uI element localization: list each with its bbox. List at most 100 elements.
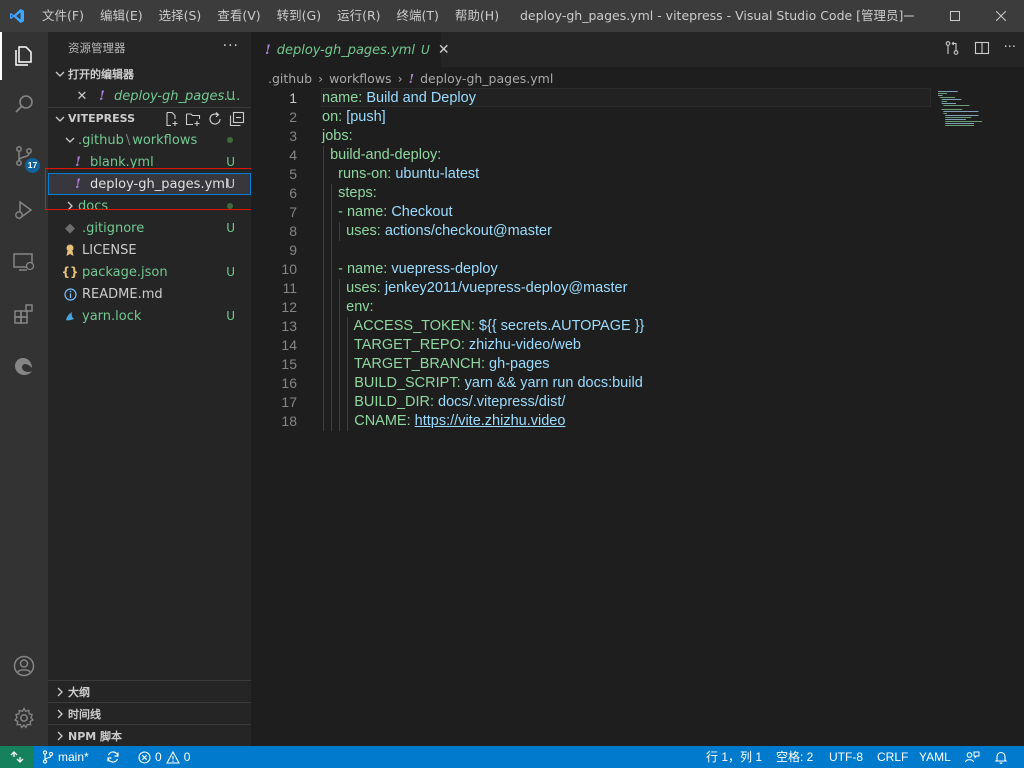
menu-file[interactable]: 文件(F) (34, 0, 92, 32)
yaml-key: uses: (346, 280, 381, 296)
line-number: 10 (281, 261, 297, 277)
problems-indicator[interactable]: 0 0 (138, 746, 190, 768)
file-item-blank-yml[interactable]: ! blank.yml U (48, 151, 251, 173)
branch-indicator[interactable]: main* (42, 746, 89, 768)
warning-icon (165, 750, 180, 764)
code-lines[interactable]: name: Build and Deploy on: [push] jobs: bu… (322, 89, 922, 431)
feedback-button[interactable] (964, 746, 980, 768)
code-line[interactable]: build-and-deploy: (322, 146, 922, 165)
menu-edit[interactable]: 编辑(E) (92, 0, 151, 32)
new-folder-icon[interactable] (185, 111, 201, 127)
language-mode[interactable]: YAML (919, 746, 951, 768)
code-line[interactable]: TARGET_BRANCH: gh-pages (322, 355, 922, 374)
split-editor-icon[interactable] (974, 40, 990, 56)
file-item-license[interactable]: LICENSE (48, 239, 251, 261)
yaml-key: TARGET_REPO: (353, 337, 465, 353)
minimap-line (945, 125, 974, 126)
breadcrumb-file[interactable]: deploy-gh_pages.yml (420, 71, 553, 86)
code-line[interactable]: name: Build and Deploy (322, 89, 922, 108)
vitepress-section[interactable]: VITEPRESS (48, 107, 251, 129)
line-ending[interactable]: CRLF (877, 746, 908, 768)
code-line[interactable]: runs-on: ubuntu-latest (322, 165, 922, 184)
open-changes-icon[interactable] (944, 40, 960, 56)
code-line[interactable]: ACCESS_TOKEN: ${{ secrets.AUTOPAGE }} (322, 317, 922, 336)
code-line[interactable]: uses: actions/checkout@master (322, 222, 922, 241)
open-editor-item[interactable]: ✕ ! deploy-gh_pages.... U (48, 85, 251, 107)
code-line[interactable]: CNAME: https://vite.zhizhu.video (322, 412, 922, 431)
outline-section[interactable]: 大纲 (48, 680, 251, 702)
code-line[interactable]: on: [push] (322, 108, 922, 127)
file-item-yarn-lock[interactable]: yarn.lock U (48, 305, 251, 327)
code-line[interactable]: - name: vuepress-deploy (322, 260, 922, 279)
code-line[interactable]: BUILD_DIR: docs/.vitepress/dist/ (322, 393, 922, 412)
more-actions-icon[interactable]: ··· (1004, 40, 1016, 56)
code-line[interactable]: BUILD_SCRIPT: yarn && yarn run docs:buil… (322, 374, 922, 393)
run-debug-activity[interactable] (0, 186, 48, 234)
manage-activity[interactable] (0, 694, 48, 742)
line-number: 9 (289, 242, 297, 258)
npm-scripts-section[interactable]: NPM 脚本 (48, 724, 251, 746)
menu-run[interactable]: 运行(R) (329, 0, 388, 32)
breadcrumb-github[interactable]: .github (268, 71, 312, 86)
cursor-position[interactable]: 行 1，列 1 (706, 746, 762, 768)
chevron-right-icon: › (318, 70, 324, 86)
encoding[interactable]: UTF-8 (829, 746, 863, 768)
indentation[interactable]: 空格: 2 (776, 746, 813, 768)
line-number: 5 (289, 166, 297, 182)
menu-view[interactable]: 查看(V) (209, 0, 268, 32)
minimize-button[interactable] (886, 0, 932, 32)
code-line[interactable]: TARGET_REPO: zhizhu-video/web (322, 336, 922, 355)
remote-explorer-activity[interactable] (0, 238, 48, 286)
file-item-package-json[interactable]: {} package.json U (48, 261, 251, 283)
accounts-activity[interactable] (0, 642, 48, 690)
maximize-button[interactable] (932, 0, 978, 32)
line-number: 18 (281, 413, 297, 429)
menu-help[interactable]: 帮助(H) (447, 0, 507, 32)
tab-deploy-gh-pages[interactable]: ! deploy-gh_pages.yml U ✕ (251, 32, 450, 67)
edge-devtools-activity[interactable] (0, 342, 48, 390)
code-line[interactable]: env: (322, 298, 922, 317)
open-editors-section[interactable]: 打开的编辑器 (48, 63, 251, 85)
search-activity[interactable] (0, 80, 48, 128)
code-line[interactable]: uses: jenkey2011/vuepress-deploy@master (322, 279, 922, 298)
menu-go[interactable]: 转到(G) (269, 0, 329, 32)
code-line[interactable]: - name: Checkout (322, 203, 922, 222)
more-actions-icon[interactable]: ··· (223, 38, 239, 54)
collapse-all-icon[interactable] (229, 111, 245, 127)
code-line[interactable]: jobs: (322, 127, 922, 146)
file-item-gitignore[interactable]: ◆ .gitignore U (48, 217, 251, 239)
code-line[interactable]: steps: (322, 184, 922, 203)
explorer-activity[interactable] (0, 32, 48, 80)
code-editor[interactable]: 1 2 3 4 5 6 7 8 9 10 11 12 13 14 15 16 17 18 name: Build … (251, 88, 1024, 746)
notifications-button[interactable] (994, 746, 1008, 768)
code-line[interactable] (322, 241, 922, 260)
remote-indicator[interactable] (0, 746, 34, 768)
sync-icon (107, 751, 119, 763)
extensions-activity[interactable] (0, 290, 48, 338)
yarn-file-icon (62, 310, 78, 322)
breadcrumb-workflows[interactable]: workflows (329, 71, 392, 86)
close-window-button[interactable] (978, 0, 1024, 32)
refresh-icon[interactable] (207, 111, 223, 127)
file-name: blank.yml (90, 154, 154, 170)
close-tab-icon[interactable]: ✕ (438, 42, 450, 58)
file-item-readme[interactable]: README.md (48, 283, 251, 305)
menu-selection[interactable]: 选择(S) (151, 0, 210, 32)
close-editor-icon[interactable]: ✕ (74, 89, 90, 104)
folder-docs[interactable]: docs (48, 195, 251, 217)
menu-terminal[interactable]: 终端(T) (389, 0, 447, 32)
url-link[interactable]: https://vite.zhizhu.video (415, 413, 566, 429)
timeline-section[interactable]: 时间线 (48, 702, 251, 724)
new-file-icon[interactable] (163, 111, 179, 127)
folder-github-workflows[interactable]: .github \ workflows (48, 129, 251, 151)
minimap[interactable] (936, 89, 996, 159)
minimap-line (945, 115, 979, 116)
sync-button[interactable] (106, 746, 120, 768)
source-control-activity[interactable]: 17 (0, 132, 48, 180)
file-item-deploy-gh-pages[interactable]: ! deploy-gh_pages.yml U (48, 173, 251, 195)
